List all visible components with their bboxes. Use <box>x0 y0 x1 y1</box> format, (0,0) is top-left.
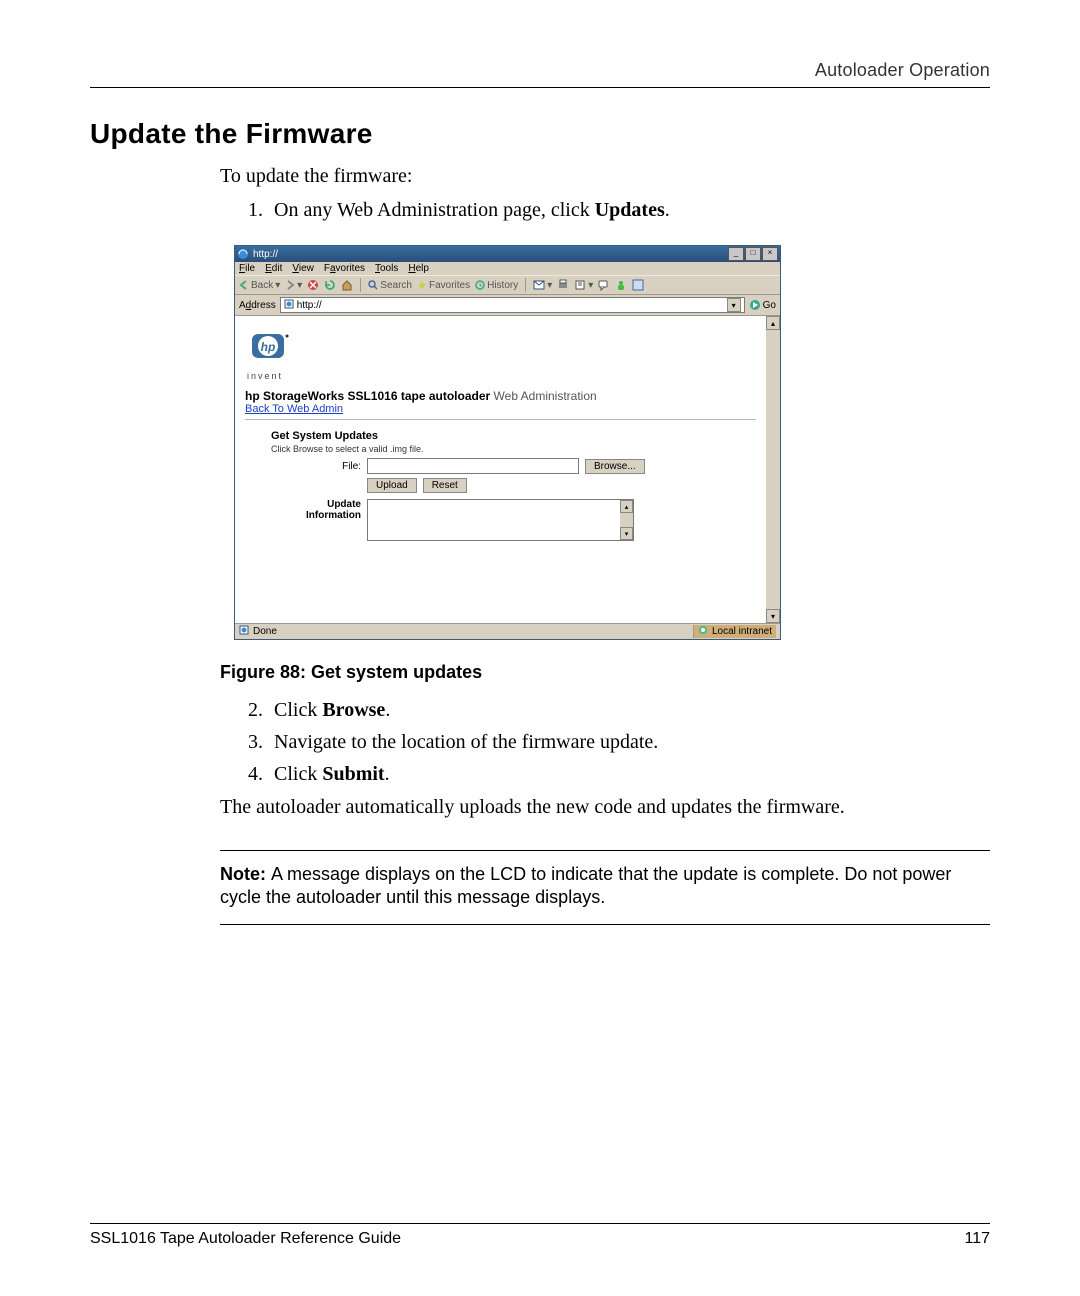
header-rule <box>90 87 990 88</box>
product-title-main: hp StorageWorks SSL1016 tape autoloader <box>245 389 490 403</box>
history-button[interactable]: History <box>475 280 518 291</box>
status-text: Done <box>253 626 277 637</box>
minimize-button[interactable]: _ <box>728 247 744 261</box>
statusbar: Done Local intranet <box>235 623 780 639</box>
scroll-down-button[interactable]: ▾ <box>766 609 780 623</box>
favorites-label: Favorites <box>429 280 470 291</box>
footer-left: SSL1016 Tape Autoloader Reference Guide <box>90 1230 401 1248</box>
note-rule-bottom <box>220 924 990 925</box>
menubar: File Edit View Favorites Tools Help <box>235 262 780 275</box>
address-value: http:// <box>297 300 322 311</box>
browse-button[interactable]: Browse... <box>585 459 645 474</box>
note-label: Note: <box>220 864 271 884</box>
heading-update-firmware: Update the Firmware <box>90 118 990 150</box>
search-label: Search <box>380 280 412 291</box>
mail-icon[interactable]: ▾ <box>533 280 552 291</box>
close-button[interactable]: × <box>762 247 778 261</box>
page-footer: SSL1016 Tape Autoloader Reference Guide … <box>90 1223 990 1248</box>
edit-icon[interactable]: ▾ <box>574 279 593 291</box>
upload-button[interactable]: Upload <box>367 478 417 493</box>
maximize-button[interactable]: □ <box>745 247 761 261</box>
textarea-scroll-up[interactable]: ▴ <box>620 500 633 513</box>
menu-edit[interactable]: Edit <box>265 263 282 274</box>
note-body: A message displays on the LCD to indicat… <box>220 864 951 907</box>
footer-page-number: 117 <box>964 1230 990 1248</box>
done-icon <box>239 625 249 638</box>
file-label: File: <box>271 461 361 472</box>
note-rule-top <box>220 850 990 851</box>
steps-list-1: On any Web Administration page, click Up… <box>220 197 990 223</box>
reset-button[interactable]: Reset <box>423 478 467 493</box>
note-block: Note: A message displays on the LCD to i… <box>220 859 990 914</box>
step-1: On any Web Administration page, click Up… <box>268 197 990 223</box>
svg-text:hp: hp <box>261 340 276 354</box>
steps-list-2: Click Browse. Navigate to the location o… <box>220 697 990 787</box>
step-1-bold: Updates <box>595 199 665 221</box>
hp-invent-text: invent <box>247 371 756 381</box>
update-info-textarea[interactable]: ▴ ▾ <box>367 499 634 541</box>
go-button[interactable]: Go <box>749 299 776 311</box>
intro-para: To update the firmware: <box>220 164 990 189</box>
step-4: Click Submit. <box>268 761 990 787</box>
product-title: hp StorageWorks SSL1016 tape autoloader … <box>245 389 756 403</box>
browser-content: ▴ ▾ hp invent hp StorageWorks SSL1016 ta… <box>235 316 780 623</box>
menu-tools[interactable]: Tools <box>375 263 398 274</box>
figure-screenshot: http:// _ □ × File Edit View Favorites T… <box>234 245 781 640</box>
figure-caption: Figure 88: Get system updates <box>220 662 990 683</box>
page-header-section: Autoloader Operation <box>90 60 990 81</box>
form-subtext: Click Browse to select a valid .img file… <box>271 444 756 454</box>
step-2-bold: Browse <box>322 699 385 721</box>
step-2-text-c: . <box>385 699 390 721</box>
step-2: Click Browse. <box>268 697 990 723</box>
para-result: The autoloader automatically uploads the… <box>220 795 990 820</box>
product-title-sub: Web Administration <box>494 389 597 403</box>
related-icon[interactable] <box>632 279 644 291</box>
toolbar: Back ▾ ▾ Search Favorites History ▾ ▾ <box>235 275 780 295</box>
page-icon <box>284 299 294 312</box>
menu-help[interactable]: Help <box>408 263 429 274</box>
zone-icon <box>698 625 708 638</box>
zone-text: Local intranet <box>712 626 772 637</box>
history-label: History <box>487 280 518 291</box>
update-info-label: Update Information <box>271 499 361 521</box>
back-label: Back <box>251 280 273 291</box>
menu-file[interactable]: File <box>239 263 255 274</box>
content-divider <box>245 419 756 420</box>
window-titlebar: http:// _ □ × <box>235 246 780 262</box>
step-1-text-c: . <box>665 199 670 221</box>
scroll-up-button[interactable]: ▴ <box>766 316 780 330</box>
back-to-web-admin-link[interactable]: Back To Web Admin <box>245 403 343 415</box>
window-title: http:// <box>253 249 278 260</box>
step-4-text-c: . <box>385 763 390 785</box>
step-1-text-a: On any Web Administration page, click <box>274 199 595 221</box>
address-label: Address <box>239 300 276 311</box>
step-2-text-a: Click <box>274 699 322 721</box>
textarea-scroll-down[interactable]: ▾ <box>620 527 633 540</box>
step-4-bold: Submit <box>322 763 384 785</box>
favorites-button[interactable]: Favorites <box>417 280 470 291</box>
discuss-icon[interactable] <box>598 279 610 291</box>
address-dropdown[interactable]: ▾ <box>727 298 741 312</box>
step-3: Navigate to the location of the firmware… <box>268 729 990 755</box>
hp-logo: hp <box>247 332 756 369</box>
search-button[interactable]: Search <box>368 280 412 291</box>
go-label: Go <box>763 300 776 311</box>
address-input[interactable]: http:// ▾ <box>280 297 745 313</box>
messenger-icon[interactable] <box>615 279 627 291</box>
menu-view[interactable]: View <box>292 263 314 274</box>
print-icon[interactable] <box>557 279 569 291</box>
figure-title: Get system updates <box>311 662 482 682</box>
figure-number: Figure 88: <box>220 662 311 682</box>
ie-icon <box>237 248 249 260</box>
menu-favorites[interactable]: Favorites <box>324 263 365 274</box>
home-icon[interactable] <box>341 279 353 291</box>
get-system-updates-heading: Get System Updates <box>271 430 756 442</box>
refresh-icon[interactable] <box>324 279 336 291</box>
back-button[interactable]: Back ▾ <box>239 280 280 291</box>
forward-button[interactable]: ▾ <box>285 280 302 291</box>
step-4-text-a: Click <box>274 763 322 785</box>
stop-icon[interactable] <box>307 279 319 291</box>
file-input[interactable] <box>367 458 579 474</box>
addressbar: Address http:// ▾ Go <box>235 295 780 316</box>
